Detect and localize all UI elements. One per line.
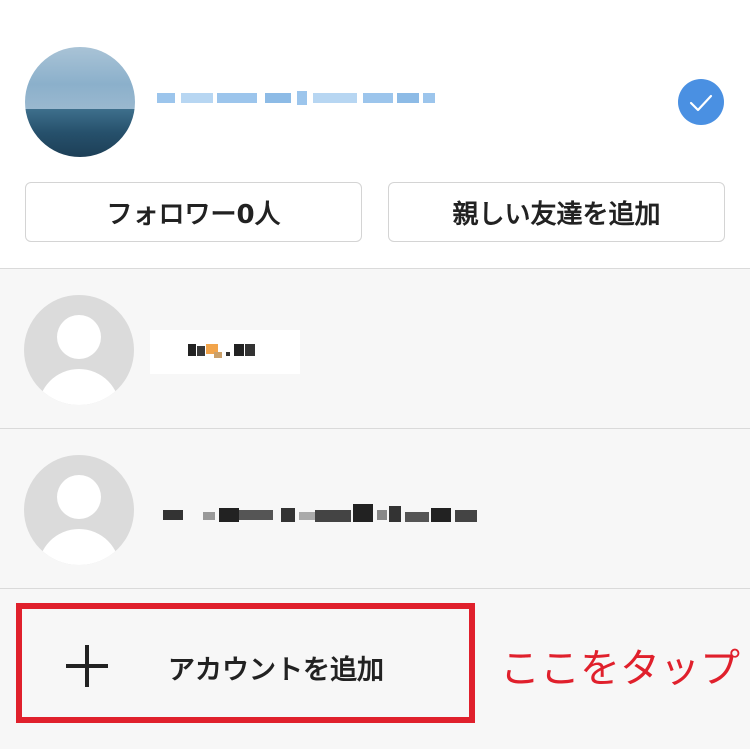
divider	[0, 588, 750, 589]
default-avatar-icon	[24, 295, 134, 405]
selected-account-check-icon	[678, 79, 724, 125]
username-redacted	[157, 89, 437, 111]
account-name-redacted	[150, 330, 300, 374]
followers-button[interactable]: フォロワー0人	[25, 182, 362, 242]
tap-here-annotation: ここをタップ	[500, 646, 740, 692]
plus-icon	[66, 645, 108, 687]
account-row[interactable]	[0, 268, 750, 428]
account-name-redacted	[163, 500, 483, 530]
default-avatar-icon	[24, 455, 134, 565]
avatar[interactable]	[25, 47, 135, 157]
account-row[interactable]	[0, 428, 750, 588]
current-profile-section: フォロワー0人 親しい友達を追加	[0, 0, 750, 268]
add-account-label: アカウントを追加	[168, 655, 384, 686]
add-close-friends-button[interactable]: 親しい友達を追加	[388, 182, 725, 242]
